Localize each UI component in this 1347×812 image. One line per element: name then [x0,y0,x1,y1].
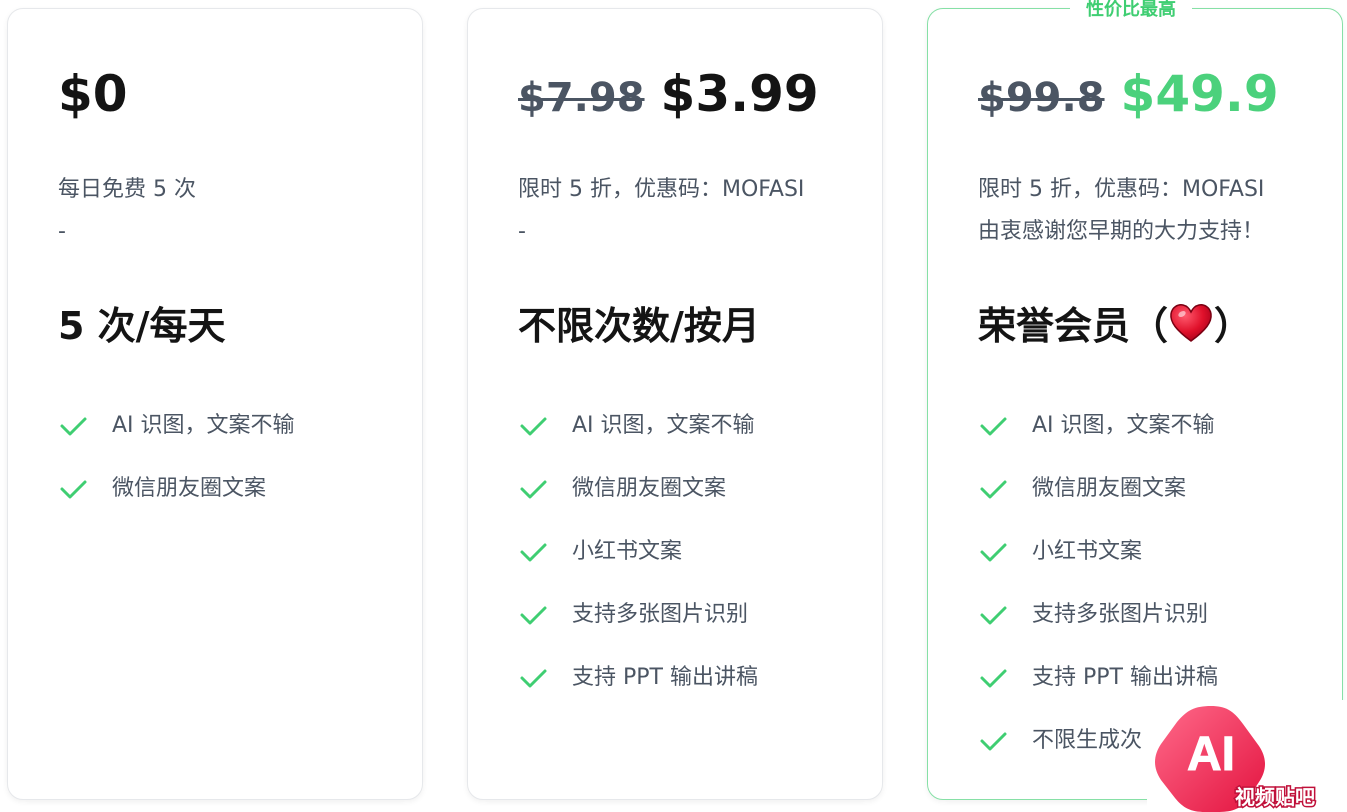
feature-item: 支持 PPT 输出讲稿 [518,655,868,718]
check-icon [520,606,547,625]
description-line: 每日免费 5 次 [58,177,196,202]
price-current: $3.99 [660,65,819,123]
feature-list: AI 识图，文案不输 微信朋友圈文案 [58,403,408,529]
check-icon [980,543,1007,562]
feature-item: 支持多张图片识别 [518,592,868,655]
plan-description: 限时 5 折，优惠码：MOFASI 由衷感谢您早期的大力支持！ [978,169,1328,253]
description-line: 由衷感谢您早期的大力支持！ [978,219,1265,244]
feature-label: AI 识图，文案不输 [112,413,295,438]
watermark-caption: 视频贴吧 [1235,785,1315,809]
description-line: - [58,219,66,244]
description-line: 限时 5 折，优惠码：MOFASI [518,177,805,202]
check-icon [520,417,547,436]
watermark-logo: AI 视频贴吧 [1147,700,1347,812]
price-current: $0 [58,65,128,123]
feature-label: 支持 PPT 输出讲稿 [1032,665,1218,690]
check-icon [980,732,1007,751]
plan-card-monthly[interactable]: $7.98 $3.99 限时 5 折，优惠码：MOFASI - 不限次数/按月 … [467,8,883,800]
feature-label: 微信朋友圈文案 [1032,476,1187,501]
feature-item: 微信朋友圈文案 [978,466,1328,529]
plan-title: 不限次数/按月 [518,304,760,348]
feature-label: AI 识图，文案不输 [572,413,755,438]
red-heart-icon [1170,303,1212,342]
check-icon [980,669,1007,688]
feature-label: AI 识图，文案不输 [1032,413,1215,438]
check-icon [980,606,1007,625]
plan-description: 每日免费 5 次 - [58,169,408,253]
feature-item: 小红书文案 [978,529,1328,592]
feature-label: 小红书文案 [1032,539,1143,564]
feature-item: 微信朋友圈文案 [518,466,868,529]
plan-title-text: ） [1214,304,1253,348]
check-icon [520,543,547,562]
feature-item: AI 识图，文案不输 [58,403,408,466]
feature-item: 微信朋友圈文案 [58,466,408,529]
plan-card-free[interactable]: $0 每日免费 5 次 - 5 次/每天 AI 识图，文案不输 微信朋友圈文案 [7,8,423,800]
best-value-badge: 性价比最高 [1070,1,1192,19]
feature-label: 支持 PPT 输出讲稿 [572,665,758,690]
price-current: $49.9 [1120,65,1279,123]
feature-item: 小红书文案 [518,529,868,592]
check-icon [60,480,87,499]
description-line: - [518,219,526,244]
plan-description: 限时 5 折，优惠码：MOFASI - [518,169,868,253]
price-row: $7.98 $3.99 [518,65,819,123]
feature-label: 小红书文案 [572,539,683,564]
plan-title: 荣誉会员（ ） [978,295,1252,350]
feature-item: AI 识图，文案不输 [518,403,868,466]
feature-label: 微信朋友圈文案 [112,476,267,501]
plan-title-text: 荣誉会员（ [978,304,1169,348]
check-icon [980,480,1007,499]
feature-item: 支持多张图片识别 [978,592,1328,655]
description-line: 限时 5 折，优惠码：MOFASI [978,177,1265,202]
feature-label: 不限生成次 [1032,728,1143,753]
price-original: $99.8 [978,75,1105,121]
feature-label: 微信朋友圈文案 [572,476,727,501]
watermark-logo-text: AI [1187,728,1235,781]
feature-list: AI 识图，文案不输 微信朋友圈文案 小红书文案 支持多张图片识别 支持 PPT… [518,403,868,718]
watermark-logo-graphic: AI 视频贴吧 [1147,700,1347,812]
plan-card-honor[interactable]: 性价比最高 $99.8 $49.9 限时 5 折，优惠码：MOFASI 由衷感谢… [927,1,1343,800]
check-icon [60,417,87,436]
price-row: $0 [58,65,128,123]
feature-label: 支持多张图片识别 [1032,602,1209,627]
check-icon [980,417,1007,436]
check-icon [520,669,547,688]
feature-item: AI 识图，文案不输 [978,403,1328,466]
price-original: $7.98 [518,75,645,121]
price-row: $99.8 $49.9 [978,65,1279,123]
check-icon [520,480,547,499]
feature-label: 支持多张图片识别 [572,602,749,627]
plan-title: 5 次/每天 [58,304,226,348]
